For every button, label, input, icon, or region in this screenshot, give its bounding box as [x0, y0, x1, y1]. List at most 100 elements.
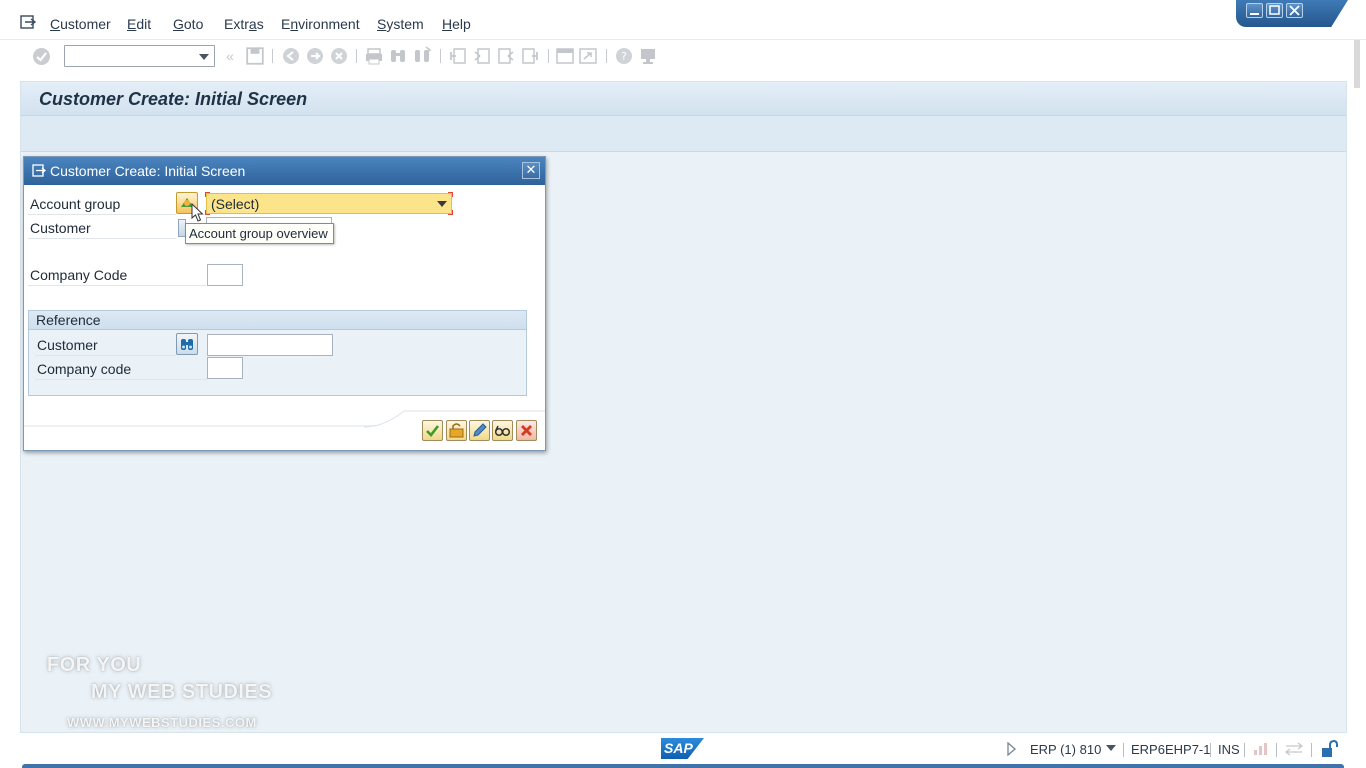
back-arrows-icon[interactable]: « [220, 46, 240, 66]
label-underline [35, 379, 207, 380]
menu-bar: Customer Edit Goto Extras Environment Sy… [0, 0, 1366, 40]
application-toolbar [21, 116, 1346, 152]
menu-edit[interactable]: Edit [127, 16, 151, 32]
menu-customer[interactable]: Customer [50, 16, 111, 32]
reference-company-code-input[interactable] [207, 357, 243, 379]
maximize-button[interactable] [1266, 3, 1283, 18]
next-page-icon[interactable] [496, 46, 516, 66]
svg-text:?: ? [621, 50, 627, 63]
minimize-button[interactable] [1246, 3, 1263, 18]
cancel-x-icon [521, 425, 532, 436]
checkmark-icon [426, 425, 440, 437]
menu-goto[interactable]: Goto [173, 16, 203, 32]
shortcut-icon[interactable] [578, 46, 598, 66]
exit-icon[interactable] [305, 46, 325, 66]
window-controls [1236, 0, 1348, 27]
server-info: ERP6EHP7-1 [1131, 742, 1211, 757]
window-close-button[interactable] [1286, 3, 1303, 18]
binoculars-icon [181, 339, 193, 350]
connection-icon[interactable] [1285, 742, 1303, 756]
toolbar-separator [548, 49, 549, 63]
enter-check-icon[interactable] [32, 47, 51, 66]
page-title: Customer Create: Initial Screen [39, 89, 308, 109]
status-bar: SAP ERP (1) 810 ERP6EHP7-1 INS [0, 734, 1366, 768]
menu-exit-icon[interactable] [20, 15, 36, 29]
maximize-icon [1269, 5, 1280, 15]
status-separator [1244, 743, 1245, 757]
menu-environment[interactable]: Environment [281, 16, 360, 32]
reference-group-title: Reference [29, 311, 526, 330]
status-separator [1210, 743, 1211, 757]
save-disk-icon[interactable] [245, 46, 265, 66]
cancel-button[interactable] [516, 420, 537, 441]
find-icon[interactable] [388, 46, 408, 66]
watermark-line-3: WWW.MYWEBSTUDIES.COM [67, 715, 257, 730]
last-page-icon[interactable] [520, 46, 540, 66]
tooltip: Account group overview [185, 223, 334, 244]
mouse-cursor-icon [191, 203, 204, 222]
reference-customer-label: Customer [37, 337, 98, 353]
dialog-title: Customer Create: Initial Screen [50, 163, 246, 179]
new-session-icon[interactable] [555, 46, 575, 66]
edit-button[interactable] [469, 420, 490, 441]
chevron-down-icon[interactable] [1106, 745, 1116, 753]
unlock-icon[interactable] [1320, 740, 1338, 758]
label-underline [35, 355, 176, 356]
taskbar-strip [22, 764, 1344, 768]
play-triangle-icon[interactable] [1006, 742, 1016, 756]
chevron-down-icon[interactable] [199, 54, 209, 60]
continue-button[interactable] [422, 420, 443, 441]
status-separator [1311, 743, 1312, 757]
menu-system[interactable]: System [377, 16, 424, 32]
reference-company-code-label: Company code [37, 361, 132, 377]
menu-extras[interactable]: Extras [224, 16, 264, 32]
label-underline [28, 285, 206, 286]
status-separator [1276, 743, 1277, 757]
company-code-input[interactable] [207, 264, 243, 286]
minimize-icon [1250, 13, 1259, 15]
first-page-icon[interactable] [448, 46, 468, 66]
required-marker [448, 210, 453, 215]
layout-menu-icon[interactable] [638, 46, 658, 66]
command-field[interactable] [64, 45, 215, 67]
menu-help[interactable]: Help [442, 16, 471, 32]
status-separator [1123, 743, 1124, 757]
insert-mode: INS [1218, 742, 1240, 757]
reference-customer-input[interactable] [207, 334, 333, 356]
toolbar-separator [440, 49, 441, 63]
glasses-icon [494, 425, 511, 437]
pencil-icon [473, 423, 487, 437]
account-group-label: Account group [30, 196, 121, 212]
chevron-down-icon[interactable] [437, 201, 447, 207]
display-button[interactable] [492, 420, 513, 441]
customer-label: Customer [30, 220, 91, 236]
company-code-label: Company Code [30, 267, 128, 283]
vertical-scrollbar[interactable] [1354, 40, 1360, 88]
cancel-icon[interactable] [329, 46, 349, 66]
standard-toolbar: « ? [0, 41, 1366, 73]
account-group-select[interactable]: (Select) [205, 192, 453, 215]
data-transfer-button[interactable] [446, 420, 467, 441]
label-underline [28, 214, 176, 215]
dialog-title-bar[interactable]: Customer Create: Initial Screen ✕ [24, 157, 545, 185]
help-icon[interactable]: ? [614, 46, 634, 66]
close-icon: ✕ [525, 162, 537, 177]
system-info: ERP (1) 810 [1030, 742, 1102, 757]
print-icon[interactable] [364, 46, 384, 66]
transfer-icon [449, 423, 464, 438]
required-marker [205, 210, 210, 215]
dialog-close-button[interactable]: ✕ [522, 162, 540, 179]
watermark-line-2: MY WEB STUDIES [91, 681, 273, 703]
dialog-window-icon [32, 164, 46, 177]
toolbar-separator [606, 49, 607, 63]
toolbar-separator [356, 49, 357, 63]
screen-title-bar: Customer Create: Initial Screen [21, 82, 1346, 116]
toolbar-separator [272, 49, 273, 63]
previous-page-icon[interactable] [472, 46, 492, 66]
sap-logo: SAP [661, 738, 704, 759]
required-marker [448, 192, 453, 197]
back-icon[interactable] [281, 46, 301, 66]
reference-customer-search-button[interactable] [176, 333, 198, 355]
find-next-icon[interactable] [412, 46, 432, 66]
performance-chart-icon[interactable] [1252, 742, 1268, 756]
